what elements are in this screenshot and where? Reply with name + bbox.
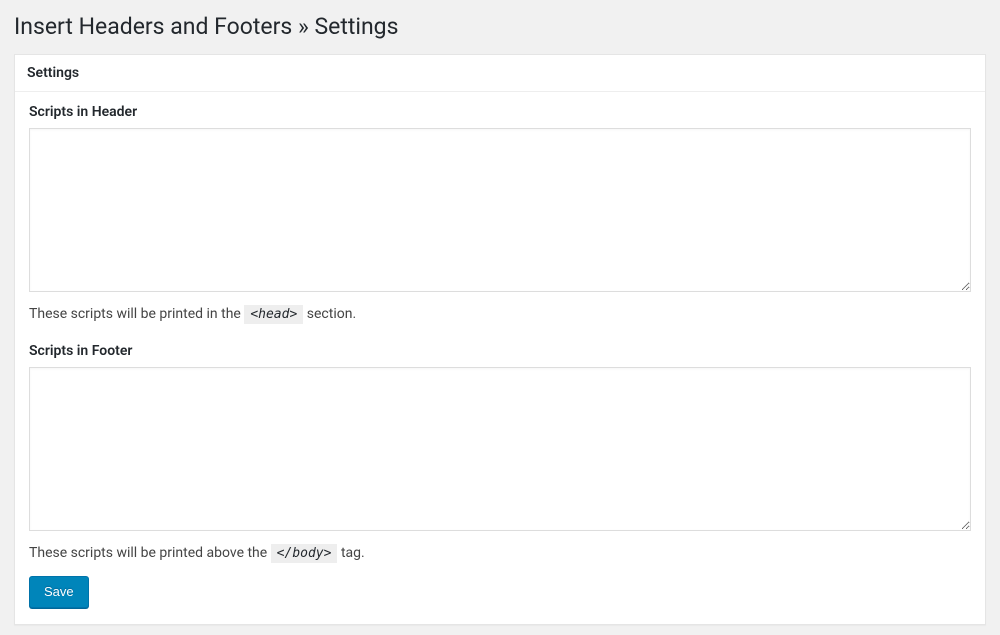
footer-scripts-label: Scripts in Footer <box>29 343 971 359</box>
settings-panel: Settings Scripts in Header These scripts… <box>14 54 986 625</box>
page-title-suffix: Settings <box>314 13 398 40</box>
footer-scripts-group: Scripts in Footer These scripts will be … <box>29 343 971 564</box>
footer-description-suffix: tag. <box>337 545 364 561</box>
header-description-code: <head> <box>244 305 303 324</box>
header-description-prefix: These scripts will be printed in the <box>29 306 244 322</box>
settings-panel-header: Settings <box>15 55 985 92</box>
header-description-suffix: section. <box>303 306 356 322</box>
page-title-separator: » <box>298 13 309 40</box>
footer-scripts-textarea[interactable] <box>29 367 971 531</box>
settings-panel-heading: Settings <box>27 65 973 81</box>
footer-scripts-description: These scripts will be printed above the … <box>29 543 971 564</box>
save-button[interactable]: Save <box>29 576 89 608</box>
header-scripts-textarea[interactable] <box>29 128 971 292</box>
header-scripts-group: Scripts in Header These scripts will be … <box>29 104 971 325</box>
header-scripts-description: These scripts will be printed in the <he… <box>29 304 971 325</box>
settings-panel-body: Scripts in Header These scripts will be … <box>15 92 985 624</box>
header-scripts-label: Scripts in Header <box>29 104 971 120</box>
footer-description-code: </body> <box>271 544 338 563</box>
page-title-prefix: Insert Headers and Footers <box>14 13 292 40</box>
page-title: Insert Headers and Footers » Settings <box>0 0 1000 54</box>
footer-description-prefix: These scripts will be printed above the <box>29 545 271 561</box>
